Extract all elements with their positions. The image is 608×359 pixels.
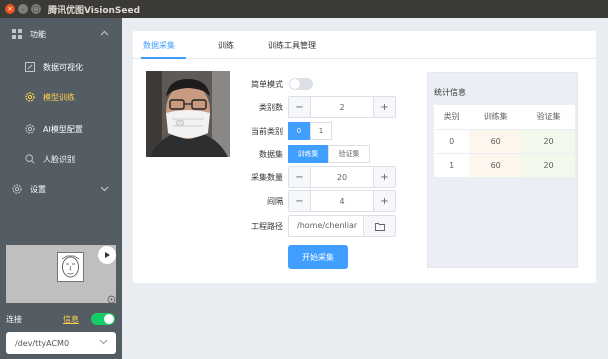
close-icon[interactable]: ×	[5, 4, 15, 14]
grid-icon	[12, 29, 22, 39]
sidebar-item-label: 人脸识别	[43, 154, 75, 164]
captured-photo	[146, 71, 230, 157]
class-count-label: 类别数	[259, 103, 283, 112]
class-count-value[interactable]: 2	[311, 97, 373, 117]
connection-toggle[interactable]	[91, 313, 115, 325]
chevron-up-icon	[100, 29, 109, 40]
plus-icon[interactable]: +	[373, 191, 395, 211]
simple-mode-label: 简单模式	[251, 80, 283, 89]
stats-title: 统计信息	[434, 88, 466, 97]
dataset-option-train[interactable]: 训练集	[288, 145, 328, 163]
table-cell-class: 0	[434, 129, 470, 154]
class-count-stepper[interactable]: − 2 +	[288, 96, 396, 118]
table-cell-validation: 20	[522, 129, 575, 154]
column-header: 训练集	[469, 105, 523, 130]
interval-stepper[interactable]: − 4 +	[288, 190, 396, 212]
plus-icon[interactable]: +	[373, 97, 395, 117]
sample-count-value[interactable]: 20	[311, 167, 373, 187]
gear-icon	[25, 92, 35, 102]
sidebar-group-features[interactable]: 功能	[0, 22, 122, 46]
connection-label: 连接	[6, 315, 22, 324]
sidebar-group-label: 功能	[30, 29, 46, 39]
expand-icon[interactable]	[107, 295, 116, 304]
stats-table: 类别 训练集 验证集 0 60 20 1 60 20	[434, 105, 575, 178]
sidebar-item-data-visualization[interactable]: 数据可视化	[0, 55, 122, 79]
maximize-icon[interactable]: □	[31, 4, 41, 14]
sidebar-item-label: AI模型配置	[43, 124, 83, 134]
column-header: 类别	[434, 105, 470, 130]
interval-value[interactable]: 4	[311, 191, 373, 211]
chevron-down-icon	[100, 184, 109, 195]
tab-bar: 数据采集 训练 训练工具管理	[133, 31, 596, 59]
chevron-down-icon	[99, 337, 108, 348]
sidebar-group-settings[interactable]: 设置	[0, 177, 122, 201]
gear-icon	[12, 184, 22, 194]
simple-mode-toggle[interactable]	[289, 78, 313, 90]
tab-data-collection[interactable]: 数据采集	[143, 40, 175, 51]
window-titlebar: × – □ 腾讯优图VisionSeed	[0, 0, 608, 18]
current-class-label: 当前类别	[251, 127, 283, 136]
current-class-option-1[interactable]: 1	[310, 122, 332, 140]
minus-icon[interactable]: −	[289, 191, 311, 211]
stats-panel: 统计信息 类别 训练集 验证集 0 60 20 1 60 20	[427, 72, 578, 268]
sample-count-stepper[interactable]: − 20 +	[288, 166, 396, 188]
folder-icon[interactable]	[363, 216, 395, 236]
column-header: 验证集	[522, 105, 575, 130]
tab-training[interactable]: 训练	[218, 40, 234, 51]
table-cell-validation: 20	[522, 153, 575, 178]
table-header-row: 类别 训练集 验证集	[434, 105, 575, 130]
active-tab-indicator	[141, 57, 186, 59]
sample-count-label: 采集数量	[251, 173, 283, 182]
interval-label: 间隔	[267, 197, 283, 206]
dataset-label: 数据集	[259, 150, 283, 159]
project-path-label: 工程路径	[251, 222, 283, 231]
port-select[interactable]: /dev/ttyACM0	[6, 332, 116, 354]
table-cell-train: 60	[469, 153, 523, 178]
minus-icon[interactable]: −	[289, 97, 311, 117]
table-row: 1 60 20	[434, 153, 575, 178]
minus-icon[interactable]: −	[289, 167, 311, 187]
window-title: 腾讯优图VisionSeed	[48, 5, 141, 16]
dataset-radio-group: 训练集 验证集	[288, 145, 370, 163]
sidebar-item-label: 数据可视化	[43, 62, 83, 72]
table-row: 0 60 20	[434, 129, 575, 154]
table-cell-train: 60	[469, 129, 523, 154]
tab-training-tool-management[interactable]: 训练工具管理	[268, 40, 316, 51]
current-class-option-0[interactable]: 0	[288, 122, 310, 140]
sidebar: 功能 数据可视化 模型训练 AI模型配置 人脸识别 设置	[0, 18, 122, 359]
current-class-radio-group: 0 1	[288, 122, 332, 140]
start-collection-button[interactable]: 开始采集	[288, 245, 348, 269]
sidebar-item-label: 模型训练	[43, 92, 75, 102]
edit-icon	[25, 62, 35, 72]
play-icon[interactable]	[98, 246, 116, 264]
face-thumbnail	[57, 252, 84, 282]
plus-icon[interactable]: +	[373, 167, 395, 187]
project-path-value[interactable]: /home/chenliar	[297, 221, 365, 230]
sidebar-item-ai-model-config[interactable]: AI模型配置	[0, 117, 122, 141]
search-icon	[25, 154, 35, 164]
sidebar-item-model-training[interactable]: 模型训练	[0, 85, 122, 109]
sidebar-group-label: 设置	[30, 184, 46, 194]
gear-icon	[25, 124, 35, 134]
table-cell-class: 1	[434, 153, 470, 178]
project-path-input[interactable]: /home/chenliar	[288, 215, 396, 237]
connection-info-link[interactable]: 信息	[63, 314, 79, 325]
sidebar-item-face-recognition[interactable]: 人脸识别	[0, 147, 122, 171]
main-card: 数据采集 训练 训练工具管理 简单模式 类别数 − 2 + 当前类别 0 1 数…	[133, 31, 596, 283]
minimize-icon[interactable]: –	[18, 4, 28, 14]
port-select-value: /dev/ttyACM0	[15, 338, 70, 348]
dataset-option-validation[interactable]: 验证集	[328, 145, 370, 163]
